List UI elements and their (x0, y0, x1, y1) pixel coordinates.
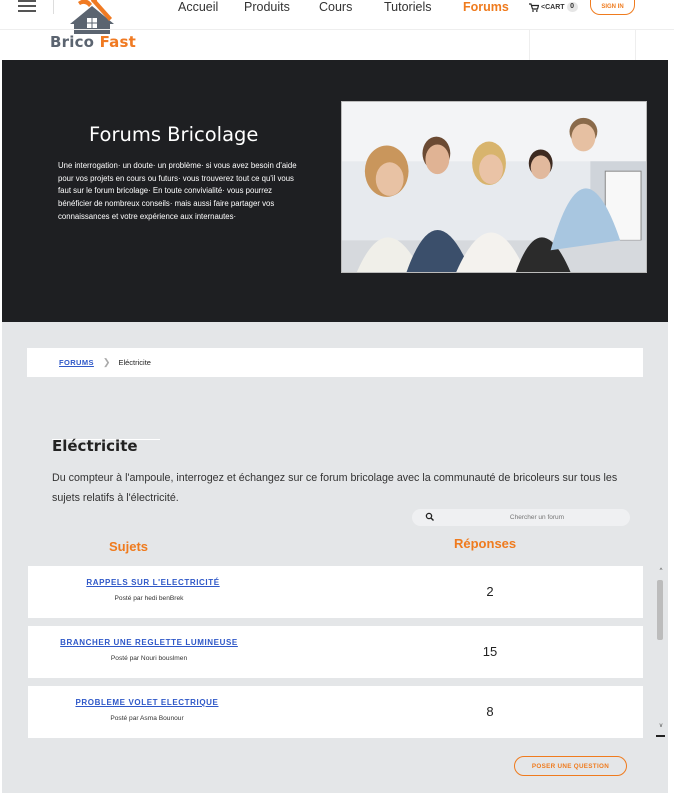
nav-cours[interactable]: Cours (319, 0, 352, 14)
category-title: Eléctricite (52, 437, 138, 455)
topics-scrollbar[interactable]: ^ v (656, 568, 665, 739)
cart-button[interactable]: <CART 0 (529, 2, 578, 12)
cart-count-badge: 0 (566, 2, 578, 12)
scrollbar-thumb[interactable] (657, 580, 663, 640)
topic-reply-count: 2 (486, 584, 494, 599)
replies-column-header: Réponses (454, 536, 517, 551)
topic-title-link[interactable]: PROBLEME VOLET ELECTRIQUE (22, 698, 272, 707)
scroll-up-icon[interactable]: ^ (657, 568, 665, 574)
breadcrumb: FORUMS ❯ Eléctricite (27, 348, 643, 377)
topic-title-link[interactable]: BRANCHER UNE REGLETTE LUMINEUSE (24, 638, 274, 647)
topic-row: BRANCHER UNE REGLETTE LUMINEUSE Posté pa… (28, 626, 643, 678)
forum-search (412, 509, 630, 526)
hero-banner: Forums Bricolage Une interrogation· un d… (2, 60, 668, 322)
nav-produits[interactable]: Produits (244, 0, 290, 14)
hero-photo-image (341, 101, 647, 273)
hero-description: Une interrogation· un doute· un problème… (58, 161, 297, 221)
topic-author: Posté par Asma Bounour (110, 715, 184, 722)
search-icon[interactable] (425, 512, 435, 522)
nav-accueil[interactable]: Accueil (178, 0, 218, 14)
top-header: Brico Fast Accueil Produits Cours Tutori… (0, 0, 674, 60)
topic-row: PROBLEME VOLET ELECTRIQUE Posté par Asma… (28, 686, 643, 738)
header-box (529, 29, 636, 60)
scroll-down-icon[interactable]: v (657, 723, 665, 729)
cart-label: <CART (541, 3, 565, 11)
forum-section: FORUMS ❯ Eléctricite Eléctricite Du comp… (2, 322, 668, 793)
topic-author: Posté par Nouri bouslmen (110, 655, 188, 662)
signin-button[interactable]: SIGN IN (590, 0, 635, 15)
topic-reply-count: 15 (482, 644, 498, 659)
ask-question-button[interactable]: POSER UNE QUESTION (514, 756, 627, 776)
brand-name[interactable]: Brico Fast (50, 33, 136, 51)
cart-icon (529, 2, 539, 12)
scrollbar-base (656, 735, 665, 737)
chevron-right-icon: ❯ (102, 357, 111, 367)
topic-reply-count: 8 (486, 704, 494, 719)
nav-tutoriels[interactable]: Tutoriels (384, 0, 431, 14)
breadcrumb-forums-link[interactable]: FORUMS (59, 358, 94, 367)
topic-author: Posté par hedi benBrek (114, 595, 184, 602)
search-input[interactable] (452, 511, 622, 524)
topics-column-header: Sujets (109, 539, 149, 554)
hero-title: Forums Bricolage (89, 123, 259, 146)
topic-title-link[interactable]: RAPPELS SUR L'ELECTRICITÉ (28, 578, 278, 587)
breadcrumb-current: Eléctricite (118, 358, 151, 367)
topic-row: RAPPELS SUR L'ELECTRICITÉ Posté par hedi… (28, 566, 643, 618)
nav-forums[interactable]: Forums (463, 0, 509, 14)
category-description: Du compteur à l'ampoule, interrogez et é… (52, 472, 618, 504)
